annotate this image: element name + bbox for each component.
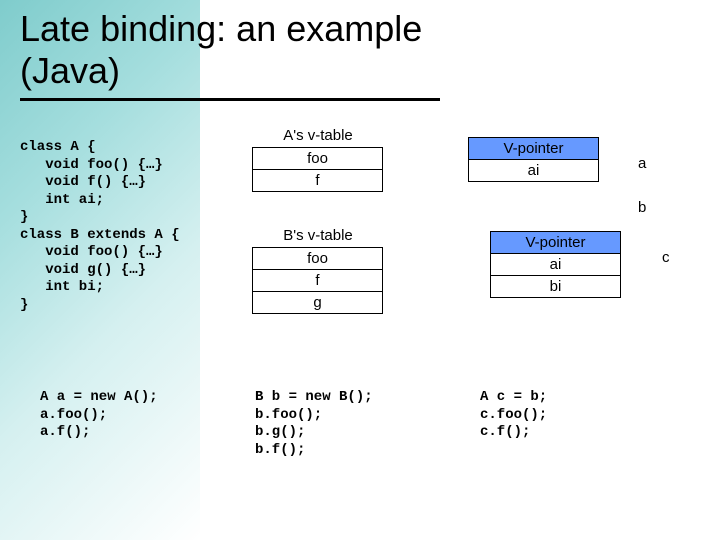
label-c: c: [662, 249, 670, 266]
object-a-vpointer: V-pointer: [469, 138, 599, 160]
object-b-layout: V-pointer ai bi: [490, 231, 621, 298]
vtable-a-row: f: [253, 170, 383, 192]
object-b-vpointer: V-pointer: [491, 232, 621, 254]
object-a-field: ai: [469, 160, 599, 182]
vtable-a: foo f: [252, 147, 383, 192]
object-a-layout: V-pointer ai: [468, 137, 599, 182]
vtable-b: foo f g: [252, 247, 383, 314]
title-line2: (Java): [20, 50, 120, 91]
usage-code-a: A a = new A(); a.foo(); a.f();: [40, 389, 158, 442]
object-b-field: ai: [491, 254, 621, 276]
title-line1: Late binding: an example: [20, 8, 422, 49]
vtable-b-row: g: [253, 292, 383, 314]
label-a: a: [638, 155, 646, 172]
vtable-a-row: foo: [253, 148, 383, 170]
usage-code-c: A c = b; c.foo(); c.f();: [480, 389, 547, 442]
label-b: b: [638, 199, 646, 216]
title-underline: [20, 98, 440, 101]
vtable-a-label: A's v-table: [258, 127, 378, 144]
slide-title: Late binding: an example (Java): [0, 0, 720, 94]
usage-code-b: B b = new B(); b.foo(); b.g(); b.f();: [255, 389, 373, 459]
vtable-b-label: B's v-table: [258, 227, 378, 244]
vtable-b-row: f: [253, 270, 383, 292]
object-b-field: bi: [491, 276, 621, 298]
class-definitions-code: class A { void foo() {…} void f() {…} in…: [20, 139, 180, 314]
vtable-b-row: foo: [253, 248, 383, 270]
